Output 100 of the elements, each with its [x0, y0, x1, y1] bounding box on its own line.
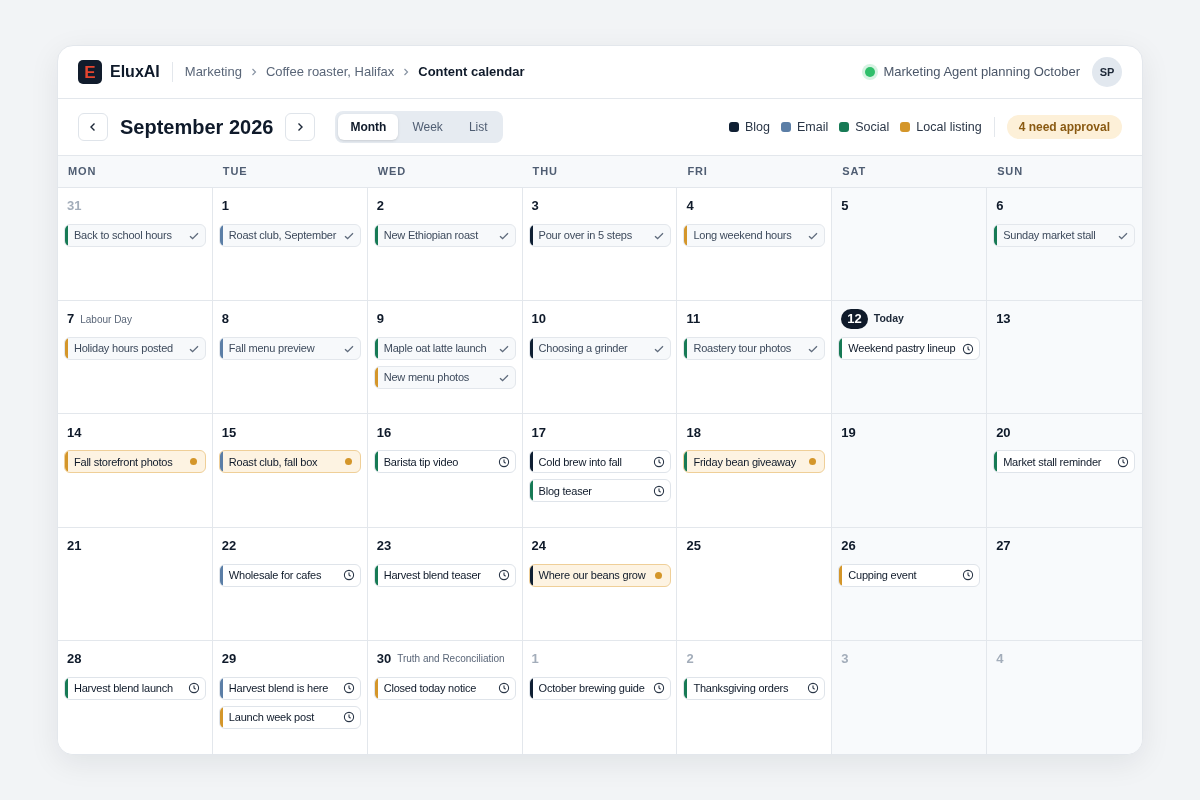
event-chip[interactable]: Market stall reminder — [993, 450, 1136, 474]
day-number: 14 — [67, 423, 82, 442]
legend-label: Email — [797, 118, 829, 136]
holiday-label: Labour Day — [80, 312, 132, 327]
clock-icon — [652, 484, 665, 497]
day-number: 27 — [996, 536, 1011, 555]
logo-icon: E — [78, 60, 102, 84]
legend-label: Local listing — [916, 118, 982, 136]
day-number: 21 — [67, 536, 82, 555]
event-chip[interactable]: Back to school hours — [64, 224, 206, 247]
legend-label: Social — [855, 118, 890, 136]
day-number: 29 — [221, 650, 237, 669]
event-chip[interactable]: Launch week post — [218, 705, 361, 729]
breadcrumb-link[interactable]: Coffee roaster, Halifax — [265, 62, 395, 82]
day-number: 2 — [686, 650, 694, 669]
weekday-label: THU — [532, 164, 558, 180]
clock-icon — [497, 455, 510, 468]
chevron-left-icon — [88, 122, 98, 132]
event-chip[interactable]: Wholesale for cafes — [218, 563, 361, 587]
today-label: Today — [873, 311, 904, 327]
view-tab[interactable]: Month — [338, 114, 399, 140]
brand-name: EluxAI — [110, 62, 160, 82]
view-tab[interactable]: List — [456, 114, 500, 140]
event-chip[interactable]: Thanksgiving orders — [683, 676, 826, 700]
event-chip[interactable]: Cupping event — [838, 563, 981, 587]
day-number: 4 — [996, 650, 1004, 669]
day-number: 30 — [376, 650, 392, 669]
weekday-label: SAT — [842, 164, 867, 180]
weekday-label: SUN — [997, 164, 1023, 180]
day-number: 5 — [841, 197, 849, 216]
event-chip[interactable]: Barista tip video — [373, 450, 516, 474]
month-title: September 2026 — [120, 115, 274, 140]
clock-icon — [962, 342, 975, 355]
day-number: 31 — [67, 197, 82, 216]
day-number: 3 — [841, 650, 849, 669]
event-chip[interactable]: Fall menu preview — [218, 337, 361, 361]
event-chip[interactable]: Maple oat latte launch — [373, 337, 516, 361]
event-chip[interactable]: Friday bean giveaway — [683, 450, 826, 474]
event-chip[interactable]: New menu photos — [373, 366, 516, 390]
view-tab[interactable]: Week — [400, 114, 455, 140]
event-chip[interactable]: New Ethiopian roast — [373, 224, 516, 247]
clock-icon — [807, 682, 820, 695]
chevron-right-icon — [402, 68, 411, 76]
day-number: 10 — [531, 310, 547, 329]
clock-icon — [652, 682, 665, 695]
event-chip[interactable]: Holiday hours posted — [64, 337, 206, 361]
day-number: 16 — [376, 423, 392, 442]
event-chip[interactable]: Cold brew into fall — [528, 450, 671, 474]
event-chip[interactable]: Roast club, fall box — [218, 450, 361, 474]
event-chip[interactable]: Pour over in 5 steps — [528, 224, 671, 247]
event-chip[interactable]: Sunday market stall — [993, 224, 1136, 247]
day-number: 3 — [531, 197, 539, 216]
weekday-label: TUE — [222, 164, 248, 180]
current-page: Content calendar — [418, 63, 525, 82]
event-chip[interactable]: Fall storefront photos — [64, 450, 206, 474]
day-number: 7 — [67, 310, 75, 329]
event-chip[interactable]: Choosing a grinder — [528, 337, 671, 361]
event-chip[interactable]: Closed today notice — [373, 676, 516, 700]
day-number: 8 — [221, 310, 230, 329]
day-number: 26 — [841, 536, 856, 555]
event-chip[interactable]: Long weekend hours — [683, 224, 826, 247]
day-number: 15 — [221, 423, 237, 442]
clock-icon — [342, 569, 355, 582]
approval-badge[interactable]: 4 need approval — [1006, 115, 1122, 139]
day-number: 25 — [686, 536, 701, 555]
clock-icon — [962, 569, 975, 582]
day-number: 13 — [996, 310, 1011, 329]
event-chip[interactable]: Blog teaser — [528, 479, 671, 503]
event-chip[interactable]: Harvest blend teaser — [373, 563, 516, 587]
clock-icon — [188, 682, 200, 695]
event-chip[interactable]: Roast club, September — [218, 224, 361, 247]
clock-icon — [1117, 455, 1130, 468]
day-number: 1 — [531, 650, 539, 669]
event-chip[interactable]: Harvest blend launch — [64, 676, 206, 700]
event-chip[interactable]: Where our beans grow — [528, 563, 671, 587]
legend-label: Blog — [744, 118, 770, 136]
day-number: 9 — [376, 310, 384, 329]
weekday-label: FRI — [687, 164, 708, 180]
event-chip[interactable]: Roastery tour photos — [683, 337, 826, 361]
previous-month-button[interactable] — [78, 113, 108, 141]
day-number: 2 — [376, 197, 384, 216]
weekday-label: WED — [377, 164, 406, 180]
user-avatar[interactable]: SP — [1092, 57, 1122, 87]
breadcrumb-link[interactable]: Marketing — [184, 62, 242, 82]
event-chip[interactable]: Harvest blend is here — [218, 676, 361, 700]
day-number: 17 — [531, 423, 547, 442]
day-number: 19 — [841, 423, 856, 442]
day-number: 11 — [686, 310, 701, 329]
day-number: 4 — [686, 197, 694, 216]
event-chip[interactable]: Weekend pastry lineup — [838, 337, 981, 361]
day-number: 22 — [221, 536, 237, 555]
agent-status: Marketing Agent planning October — [883, 63, 1080, 82]
event-chip[interactable]: October brewing guide — [528, 676, 671, 700]
next-month-button[interactable] — [285, 113, 316, 141]
holiday-label: Truth and Reconciliation — [397, 652, 505, 667]
clock-icon — [342, 711, 355, 724]
day-number: 1 — [221, 197, 230, 216]
clock-icon — [497, 682, 510, 695]
clock-icon — [652, 455, 665, 468]
day-number: 24 — [531, 536, 547, 555]
